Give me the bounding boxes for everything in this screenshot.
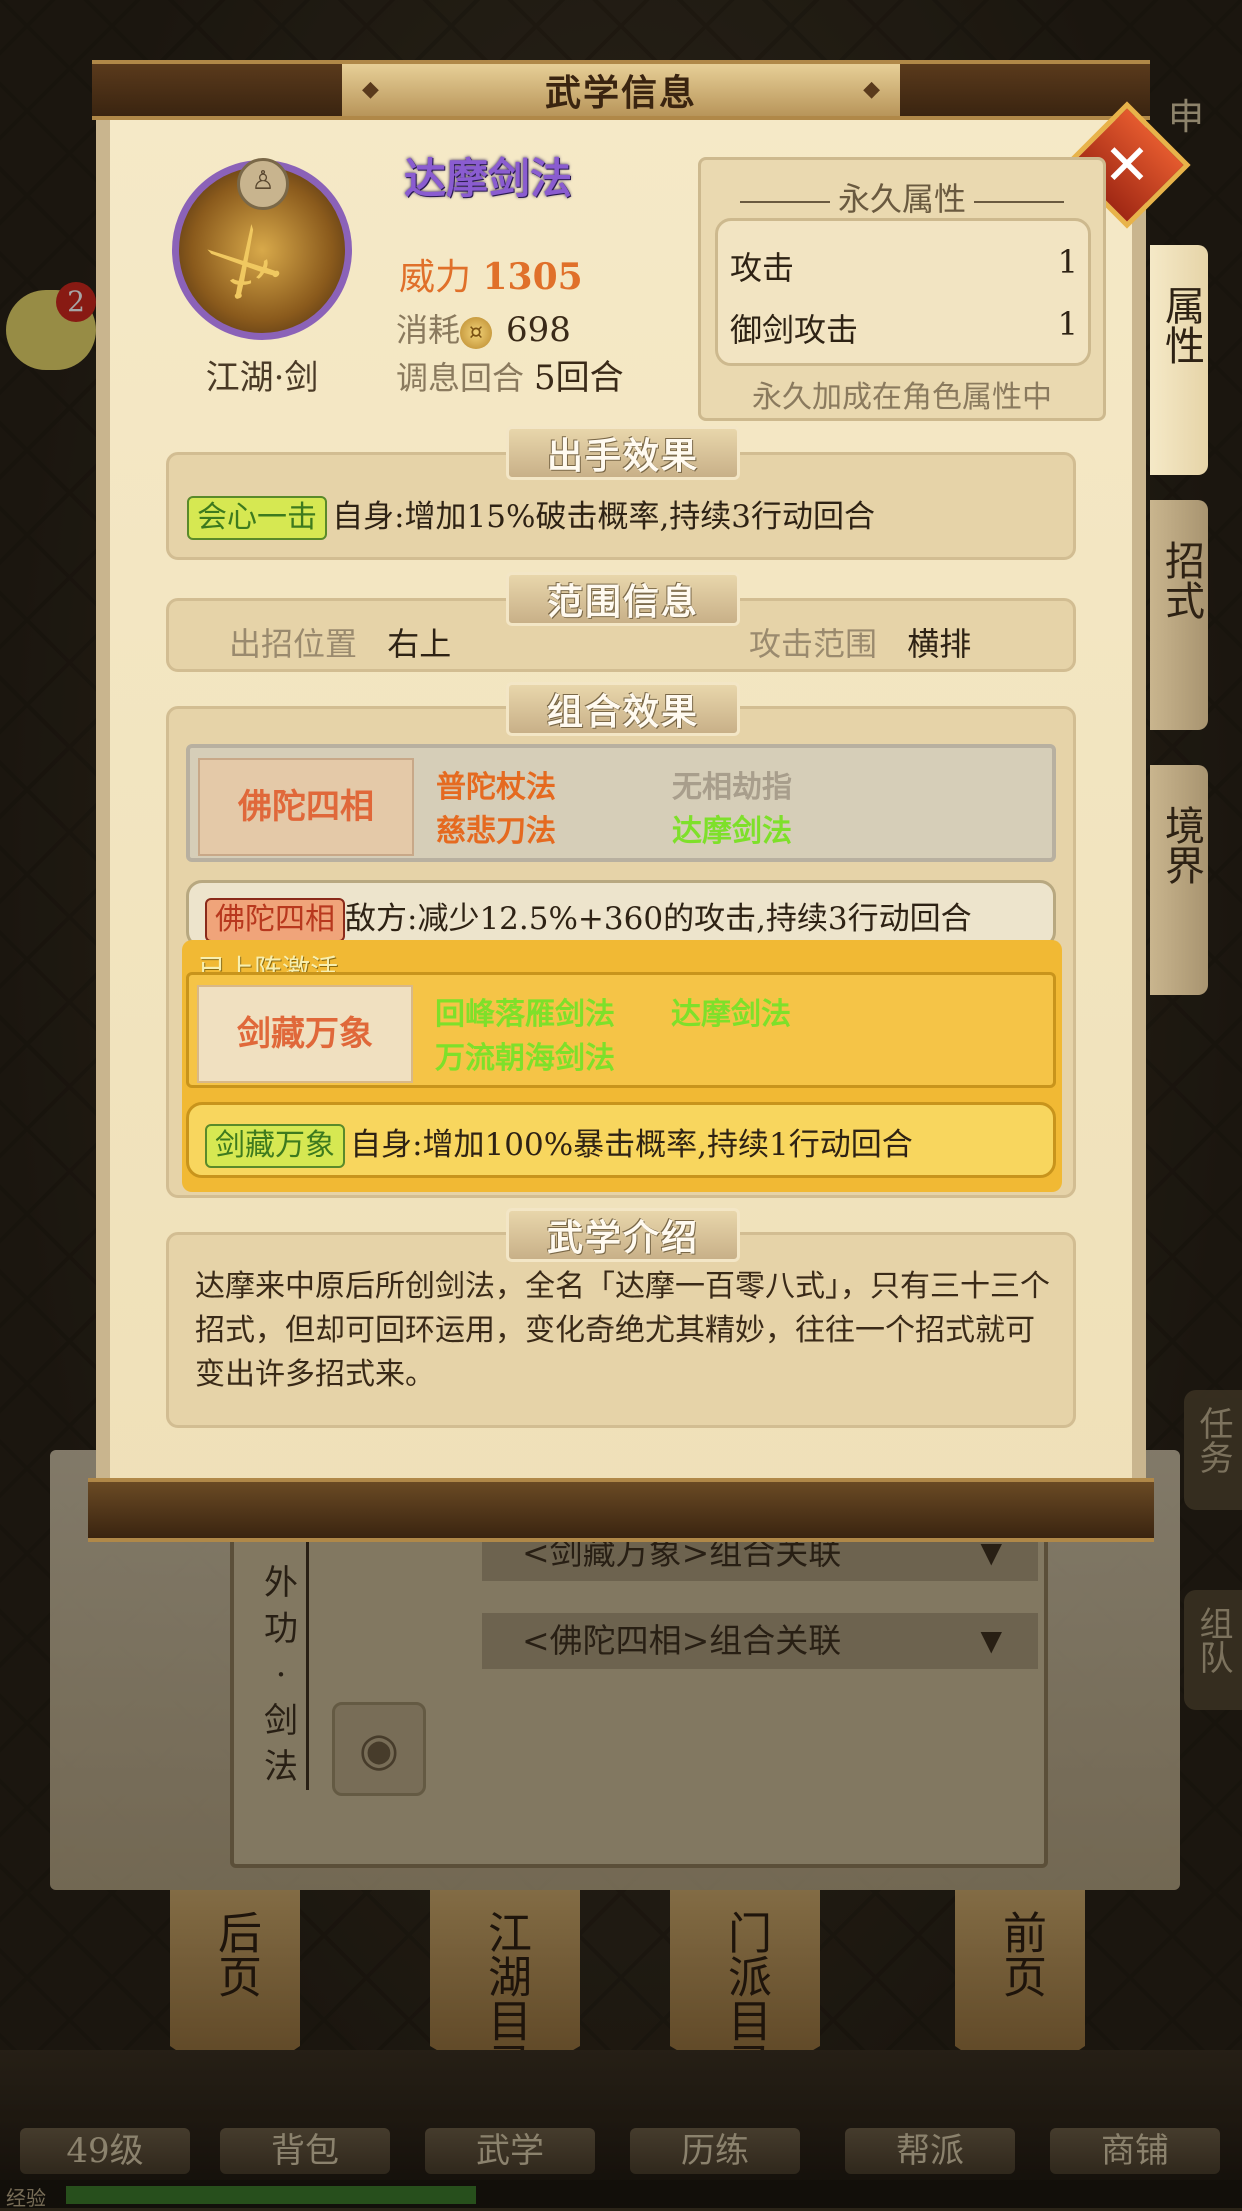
combo-skill: 达摩剑法 [671,997,791,1032]
section-title-range-info: 范围信息 [506,572,740,626]
skill-category: 江湖·剑 [205,358,319,398]
combo-effect-tag: 佛陀四相 [205,898,345,942]
combo-skill: 回峰落雁剑法 [435,997,615,1032]
combo-skill: 普陀杖法 [436,770,556,805]
combo-effect-tag: 剑藏万象 [205,1124,345,1168]
skill-power: 威力 1305 [399,256,583,298]
combo-jiancang-effect: 剑藏万象 自身:增加100%暴击概率,持续1行动回合 [186,1102,1056,1178]
position-value: 右上 [387,625,452,663]
effect-tag: 会心一击 [187,496,327,540]
combo-name-plate: 佛陀四相 [198,758,414,856]
combo-skill: 万流朝海剑法 [435,1041,615,1076]
dialog-title: 武学信息 [544,72,697,114]
combo-skill: 慈悲刀法 [436,814,556,849]
skill-name: 达摩剑法 [404,154,573,203]
permanent-attributes-title: 永久属性 [701,174,1103,220]
attr-row-attack: 攻击 1 [730,243,1078,287]
range-value: 横排 [907,625,972,663]
position-label: 出招位置 [229,625,358,663]
combo-fotuo-effect: 佛陀四相 敌方:减少12.5%+360的攻击,持续3行动回合 [186,880,1056,948]
dialog-title-bar: ◆ 武学信息 ◆ [92,60,1150,120]
coin-icon: ¤ [460,316,493,349]
combo-name-plate: 剑藏万象 [197,985,413,1083]
title-plate: ◆ 武学信息 ◆ [342,64,900,116]
skill-type-badge-icon: ♙ [237,158,289,210]
section-title-combo-effect: 组合效果 [506,682,740,736]
combo-skill: 无相劫指 [672,770,792,805]
scroll-rod [88,1478,1154,1542]
combo-effect-text: 敌方:减少12.5%+360的攻击,持续3行动回合 [345,901,972,937]
tab-realm[interactable]: 境界 [1150,765,1208,995]
range-label: 攻击范围 [749,625,878,663]
tab-attributes[interactable]: 属性 [1150,245,1208,475]
skill-rest-rounds: 调息回合 5回合 [396,358,624,398]
intro-text: 达摩来中原后所创剑法，全名「达摩一百零八式」，只有三十三个招式，但却可回环运用，… [195,1269,1050,1392]
diamond-icon: ◆ [863,77,880,102]
martial-info-dialog: ◆ 武学信息 ◆ 属性 招式 境界 ✕ ⚔ ♙ 江湖·剑 达摩剑法 威力 130… [88,60,1208,1542]
effect-text: 自身:增加15%破击概率,持续3行动回合 [332,499,876,535]
diamond-icon: ◆ [362,77,379,102]
combo-fotuo-sixiang[interactable]: 佛陀四相 普陀杖法 无相劫指 慈悲刀法 达摩剑法 [186,744,1056,862]
section-title-intro: 武学介绍 [506,1208,740,1262]
permanent-attributes-list: 攻击 1 御剑攻击 1 [715,218,1091,366]
attr-row-sword-attack: 御剑攻击 1 [730,305,1078,349]
tab-moves[interactable]: 招式 [1150,500,1208,730]
section-title-action-effect: 出手效果 [506,426,740,480]
skill-cost: 消耗 ¤ 698 [396,310,571,350]
combo-skill: 达摩剑法 [672,814,792,849]
combo-jiancang-wanxiang[interactable]: 剑藏万象 回峰落雁剑法 达摩剑法 万流朝海剑法 [186,972,1056,1088]
sword-icon: ⚔ [190,205,300,322]
permanent-attributes-box: 永久属性 攻击 1 御剑攻击 1 永久加成在角色属性中 [698,157,1106,421]
combo-effect-text: 自身:增加100%暴击概率,持续1行动回合 [350,1127,913,1163]
permanent-attributes-note: 永久加成在角色属性中 [752,380,1052,415]
